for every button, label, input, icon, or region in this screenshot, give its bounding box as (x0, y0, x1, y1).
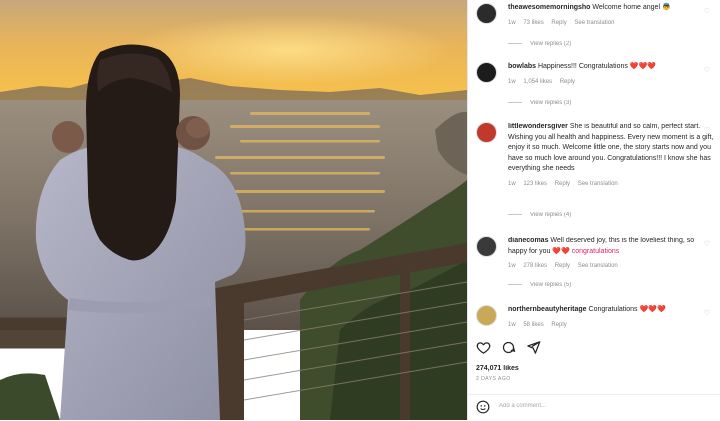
instagram-post: theawesomemorningsho Welcome home angel … (0, 0, 720, 420)
reply-button[interactable]: Reply (555, 263, 570, 269)
see-translation-button[interactable]: See translation (578, 263, 618, 269)
comments-panel: theawesomemorningsho Welcome home angel … (467, 0, 720, 420)
comment-item: northernbeautyheritage Congratulations ❤… (476, 305, 714, 333)
like-heart-icon[interactable]: ♡ (704, 126, 710, 134)
comment-body: Congratulations (588, 306, 638, 313)
comment-text: littlewondersgiver She is beautiful and … (508, 122, 714, 189)
view-replies[interactable]: View replies (4) (508, 212, 571, 218)
comment-username[interactable]: northernbeautyheritage (508, 306, 587, 313)
comment-item: bowlabs Happiness!!! Congratulations ❤️❤… (476, 62, 714, 110)
post-actions (476, 340, 541, 355)
comment-username[interactable]: bowlabs (508, 63, 536, 70)
view-replies-label[interactable]: View replies (4) (530, 212, 571, 218)
like-heart-icon[interactable]: ♡ (704, 309, 710, 317)
comment-emoji: ❤️❤️❤️ (639, 306, 666, 313)
comment-likes[interactable]: 278 likes (523, 263, 547, 269)
like-heart-icon[interactable]: ♡ (704, 240, 710, 248)
comment-username[interactable]: dianecomas (508, 237, 548, 244)
comment-time: 1w (508, 78, 516, 85)
comment-username[interactable]: littlewondersgiver (508, 123, 568, 130)
post-photo (0, 0, 467, 420)
comment-body: Welcome home angel (592, 4, 660, 11)
reply-button[interactable]: Reply (551, 20, 566, 26)
avatar[interactable] (476, 236, 497, 257)
avatar[interactable] (476, 3, 497, 24)
comment-item: littlewondersgiver She is beautiful and … (476, 122, 714, 226)
comment-time: 1w (508, 180, 516, 187)
like-heart-icon[interactable]: ♡ (704, 7, 710, 15)
comment-meta: 1w 73 likes Reply See translation (508, 18, 714, 29)
view-replies[interactable]: View replies (2) (508, 41, 571, 47)
comment-likes[interactable]: 73 likes (523, 20, 543, 26)
view-replies[interactable]: View replies (5) (508, 282, 571, 288)
see-translation-button[interactable]: See translation (574, 20, 614, 26)
comment-text: northernbeautyheritage Congratulations ❤… (508, 305, 714, 330)
add-comment-row: Add a comment... (467, 394, 720, 421)
comment-body: She is beautiful and so calm, perfect st… (508, 123, 714, 172)
comment-time: 1w (508, 263, 516, 269)
comment-meta: 1w 58 likes Reply (508, 320, 714, 331)
sunset-photo (0, 0, 467, 420)
avatar[interactable] (476, 122, 497, 143)
see-translation-button[interactable]: See translation (578, 181, 618, 187)
share-icon[interactable] (526, 340, 541, 355)
comment-emoji: ❤️❤️❤️ (629, 63, 656, 70)
comment-bubble-icon[interactable] (501, 340, 516, 355)
reply-button[interactable]: Reply (560, 79, 575, 85)
comment-emoji: 👼 (661, 4, 671, 11)
comment-text: dianecomas Well deserved joy, this is th… (508, 236, 714, 272)
reply-button[interactable]: Reply (551, 322, 566, 328)
reply-button[interactable]: Reply (555, 181, 570, 187)
emoji-icon[interactable] (476, 400, 490, 414)
comment-likes[interactable]: 1,054 likes (523, 79, 552, 85)
comment-username[interactable]: theawesomemorningsho (508, 4, 590, 11)
comment-meta: 1w 123 likes Reply See translation (508, 179, 714, 190)
comment-item: theawesomemorningsho Welcome home angel … (476, 3, 714, 51)
comment-meta: 1w 1,054 likes Reply (508, 77, 714, 88)
comment-body: Happiness!!! Congratulations (537, 63, 628, 70)
post-date: 2 DAYS AGO (476, 376, 511, 382)
comment-item: dianecomas Well deserved joy, this is th… (476, 236, 714, 294)
add-comment-input[interactable]: Add a comment... (499, 403, 546, 409)
comment-time: 1w (508, 321, 516, 328)
like-heart-icon[interactable] (476, 340, 491, 355)
likes-count[interactable]: 274,071 likes (476, 365, 519, 372)
comment-likes[interactable]: 58 likes (523, 322, 543, 328)
view-replies-label[interactable]: View replies (2) (530, 41, 571, 47)
comment-time: 1w (508, 19, 516, 26)
comment-emoji: ❤️❤️ congratulations (552, 247, 620, 255)
view-replies[interactable]: View replies (3) (508, 100, 571, 106)
comment-text: bowlabs Happiness!!! Congratulations ❤️❤… (508, 62, 714, 87)
view-replies-label[interactable]: View replies (3) (530, 100, 571, 106)
like-heart-icon[interactable]: ♡ (704, 66, 710, 74)
comment-likes[interactable]: 123 likes (523, 181, 547, 187)
comment-meta: 1w 278 likes Reply See translation (508, 261, 714, 272)
view-replies-label[interactable]: View replies (5) (530, 282, 571, 288)
avatar[interactable] (476, 305, 497, 326)
avatar[interactable] (476, 62, 497, 83)
comment-text: theawesomemorningsho Welcome home angel … (508, 3, 714, 28)
